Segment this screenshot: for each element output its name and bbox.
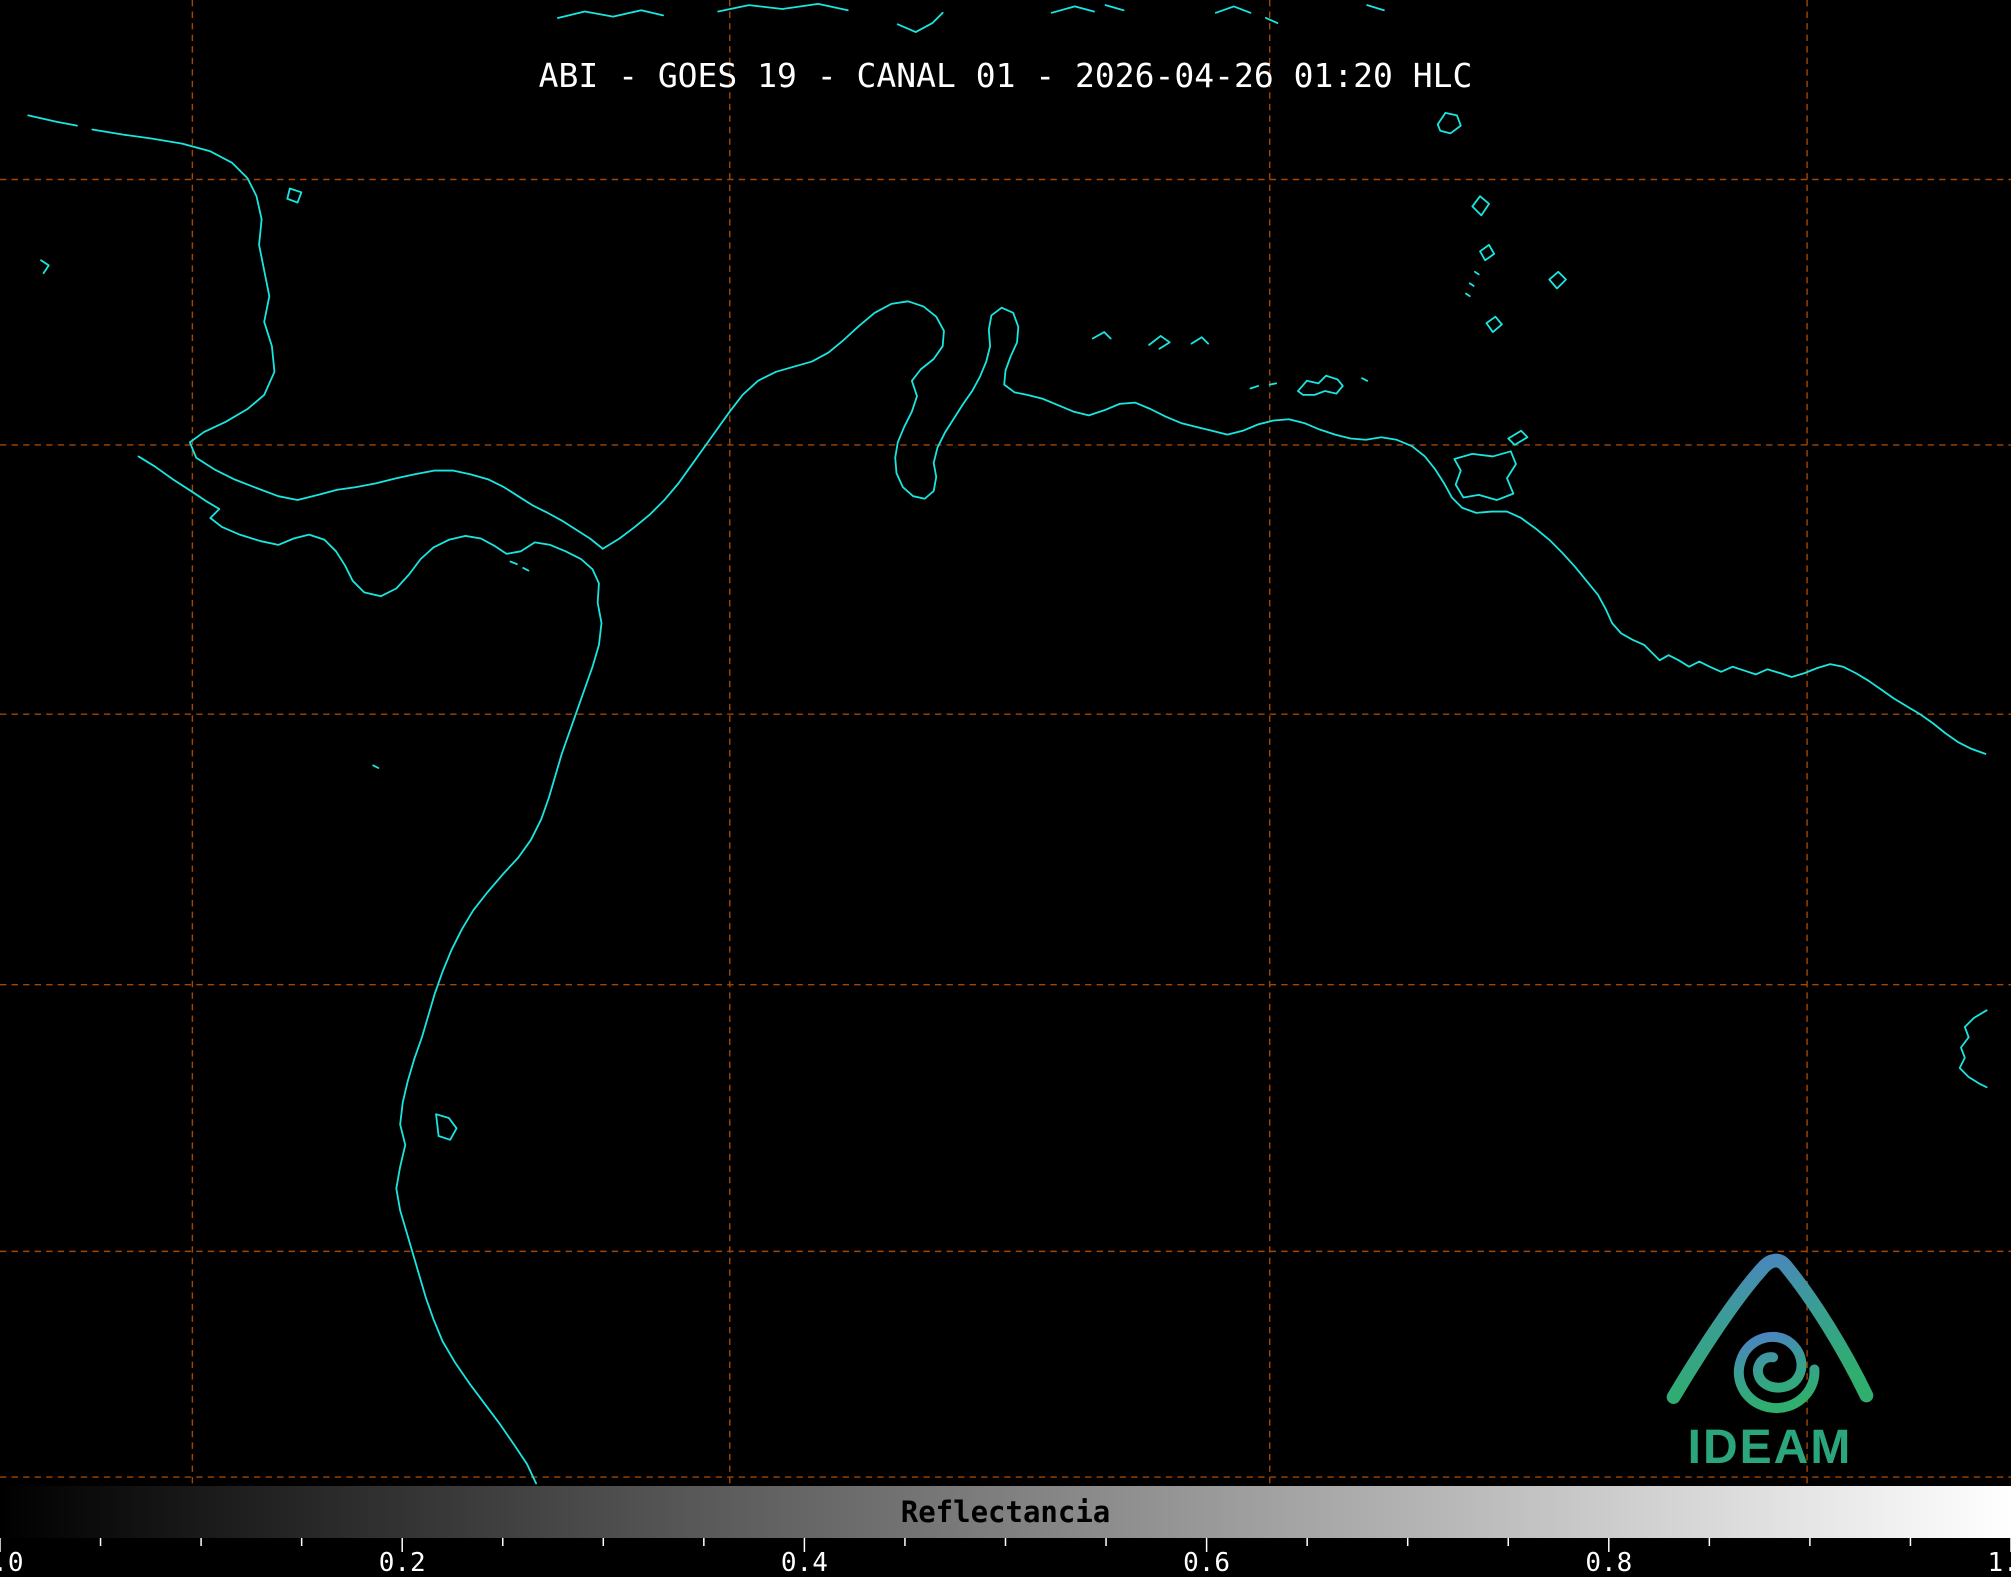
colorbar-axis: 0.0 0.2 0.4 0.6 0.8 1.0 [0, 1538, 2011, 1577]
islands-trinidad-tobago [1454, 431, 1527, 500]
colorbar-tick-label: 0.4 [781, 1548, 828, 1577]
coastline-brazil-fragment [1960, 1010, 1987, 1087]
colorbar-tick-label: 0.0 [0, 1548, 23, 1577]
colorbar-tick-label: 0.6 [1183, 1548, 1230, 1577]
islands-lesser-antilles [1438, 113, 1566, 332]
goes-satellite-viewer: ABI - GOES 19 - CANAL 01 - 2026-04-26 01… [0, 0, 2011, 1577]
colorbar-tick-label: 0.2 [379, 1548, 426, 1577]
colorbar-ticks [0, 1538, 2011, 1554]
image-title: ABI - GOES 19 - CANAL 01 - 2026-04-26 01… [0, 56, 2011, 95]
ideam-logo-icon [1655, 1244, 1885, 1420]
islands-top-fragments [558, 4, 1384, 32]
colorbar-tick-label: 1.0 [1988, 1548, 2011, 1577]
islands-venezuela-offshore [1093, 332, 1367, 395]
islands-misc [41, 188, 528, 1139]
colorbar-label: Reflectancia [901, 1495, 1111, 1529]
ideam-logo-text: IDEAM [1655, 1424, 1885, 1472]
logo-mountain [1674, 1261, 1867, 1398]
colorbar-tick-label: 0.8 [1585, 1548, 1632, 1577]
satellite-map: ABI - GOES 19 - CANAL 01 - 2026-04-26 01… [0, 0, 2011, 1486]
coastline-pacific-south-america [139, 456, 602, 1483]
colorbar: Reflectancia [0, 1486, 2011, 1538]
logo-hurricane-swirl [1739, 1337, 1815, 1408]
coastline-caribbean-south-america [603, 301, 1986, 754]
coastline-central-america [28, 115, 603, 548]
ideam-logo: IDEAM [1655, 1244, 1885, 1486]
